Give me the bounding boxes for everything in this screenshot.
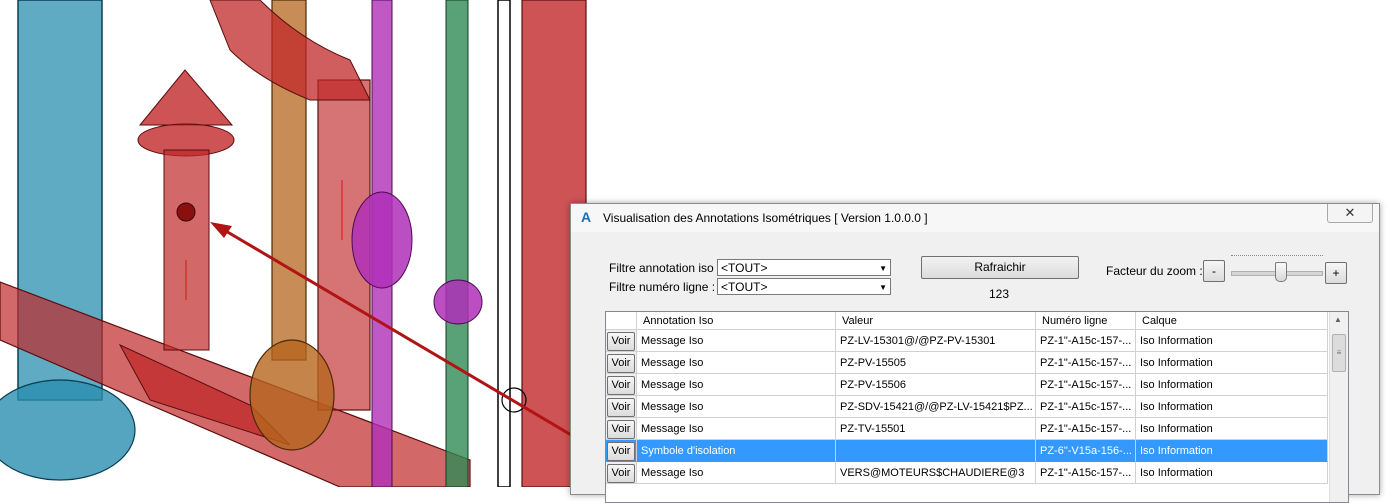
dropdown-arrow-icon: ▼ (879, 283, 887, 292)
calque-cell[interactable]: Iso Information (1136, 440, 1328, 462)
dialog-title: Visualisation des Annotations Isométriqu… (603, 211, 928, 225)
annotation-count: 123 (989, 287, 1010, 301)
green-vertical-pipe (445, 0, 469, 487)
filter-line-value: <TOUT> (721, 280, 768, 294)
numero-ligne-cell[interactable]: PZ-1"-A15c-157-... (1036, 374, 1136, 396)
calque-cell[interactable]: Iso Information (1136, 330, 1328, 352)
valeur-cell[interactable] (836, 440, 1036, 462)
annotation-arrowhead (210, 222, 232, 238)
numero-ligne-cell[interactable]: PZ-1"-A15c-157-... (1036, 418, 1136, 440)
valeur-cell[interactable]: PZ-PV-15506 (836, 374, 1036, 396)
voir-button[interactable]: Voir (607, 442, 635, 461)
calque-cell[interactable]: Iso Information (1136, 396, 1328, 418)
valeur-cell[interactable]: PZ-TV-15501 (836, 418, 1036, 440)
zoom-minus-button[interactable]: - (1203, 260, 1225, 282)
dialog-titlebar[interactable]: A Visualisation des Annotations Isométri… (571, 204, 1379, 232)
column-header-numero-ligne[interactable]: Numéro ligne (1036, 312, 1136, 330)
filter-line-label: Filtre numéro ligne : (609, 280, 716, 294)
numero-ligne-cell[interactable]: PZ-1"-A15c-157-... (1036, 396, 1136, 418)
voir-cell: Voir (606, 374, 637, 396)
filter-annotation-label: Filtre annotation iso : (609, 261, 721, 275)
voir-button[interactable]: Voir (607, 420, 635, 439)
dropdown-arrow-icon: ▼ (879, 264, 887, 273)
valeur-cell[interactable]: PZ-LV-15301@/@PZ-PV-15301 (836, 330, 1036, 352)
table-row[interactable]: Voir Message Iso PZ-SDV-15421@/@PZ-LV-1542… (606, 396, 1328, 418)
zoom-slider-thumb[interactable] (1274, 262, 1287, 282)
column-header-annotation[interactable]: Annotation Iso (637, 312, 836, 330)
table-row[interactable]: Voir Symbole d'isolation PZ-6"-V15a-156-..… (606, 440, 1328, 462)
table-row[interactable]: Voir Message Iso PZ-TV-15501 PZ-1"-A15c-157… (606, 418, 1328, 440)
numero-ligne-cell[interactable]: PZ-6"-V15a-156-... (1036, 440, 1136, 462)
annotation-cell[interactable]: Message Iso (637, 396, 836, 418)
annotations-grid[interactable]: Annotation Iso Valeur Numéro ligne Calqu… (605, 311, 1349, 503)
zoom-factor-label: Facteur du zoom : (1106, 264, 1203, 278)
valeur-cell[interactable]: VERS@MOTEURS$CHAUDIERE@3 (836, 462, 1036, 484)
voir-cell: Voir (606, 352, 637, 374)
column-header-calque[interactable]: Calque (1136, 312, 1328, 330)
table-row[interactable]: Voir Message Iso VERS@MOTEURS$CHAUDIERE@3 P… (606, 462, 1328, 484)
voir-button[interactable]: Voir (607, 332, 635, 351)
voir-button[interactable]: Voir (607, 398, 635, 417)
numero-ligne-cell[interactable]: PZ-1"-A15c-157-... (1036, 330, 1136, 352)
filter-line-select[interactable]: <TOUT> ▼ (717, 278, 891, 295)
annotation-cell[interactable]: Symbole d'isolation (637, 440, 836, 462)
voir-cell: Voir (606, 396, 637, 418)
voir-cell: Voir (606, 418, 637, 440)
zoom-slider-ticks (1231, 255, 1323, 260)
calque-cell[interactable]: Iso Information (1136, 462, 1328, 484)
numero-ligne-cell[interactable]: PZ-1"-A15c-157-... (1036, 352, 1136, 374)
purple-valve (351, 191, 413, 289)
teal-valve (0, 379, 136, 481)
annotation-cell[interactable]: Message Iso (637, 330, 836, 352)
scroll-up-arrow-icon[interactable]: ▲ (1334, 315, 1342, 324)
voir-button[interactable]: Voir (607, 354, 635, 373)
voir-cell: Voir (606, 330, 637, 352)
calque-cell[interactable]: Iso Information (1136, 418, 1328, 440)
column-header-button (606, 312, 637, 330)
dark-vertical-pipe (497, 0, 511, 487)
voir-cell: Voir (606, 462, 637, 484)
table-row[interactable]: Voir Message Iso PZ-PV-15506 PZ-1"-A15c-157… (606, 374, 1328, 396)
valeur-cell[interactable]: PZ-SDV-15421@/@PZ-LV-15421$PZ... (836, 396, 1036, 418)
calque-cell[interactable]: Iso Information (1136, 374, 1328, 396)
column-header-valeur[interactable]: Valeur (836, 312, 1036, 330)
filter-annotation-select[interactable]: <TOUT> ▼ (717, 259, 891, 276)
vertical-scrollbar[interactable]: ▲ ≡ (1329, 312, 1348, 502)
isolation-symbol[interactable] (176, 202, 196, 222)
table-row[interactable]: Voir Message Iso PZ-LV-15301@/@PZ-PV-15301… (606, 330, 1328, 352)
numero-ligne-cell[interactable]: PZ-1"-A15c-157-... (1036, 462, 1136, 484)
zoom-plus-button[interactable]: + (1325, 262, 1347, 284)
voir-button[interactable]: Voir (607, 464, 635, 483)
voir-cell: Voir (606, 440, 637, 462)
annotation-cell[interactable]: Message Iso (637, 462, 836, 484)
orange-valve (249, 339, 335, 451)
filter-annotation-value: <TOUT> (721, 261, 768, 275)
close-icon: ✕ (1344, 205, 1356, 220)
voir-button[interactable]: Voir (607, 376, 635, 395)
iso-annotations-dialog: A Visualisation des Annotations Isométri… (570, 203, 1380, 503)
refresh-button[interactable]: Rafraichir (921, 256, 1079, 279)
autocad-a-icon: A (581, 209, 592, 225)
annotation-cell[interactable]: Message Iso (637, 374, 836, 396)
annotation-cell[interactable]: Message Iso (637, 418, 836, 440)
annotation-cell[interactable]: Message Iso (637, 352, 836, 374)
red-vent-pipe (163, 149, 210, 351)
calque-cell[interactable]: Iso Information (1136, 352, 1328, 374)
table-row[interactable]: Voir Message Iso PZ-PV-15505 PZ-1"-A15c-157… (606, 352, 1328, 374)
close-button[interactable]: ✕ (1327, 204, 1373, 223)
scrollbar-thumb[interactable]: ≡ (1332, 334, 1346, 372)
red-cone (138, 69, 234, 126)
purple-gauge (433, 279, 483, 325)
valeur-cell[interactable]: PZ-PV-15505 (836, 352, 1036, 374)
